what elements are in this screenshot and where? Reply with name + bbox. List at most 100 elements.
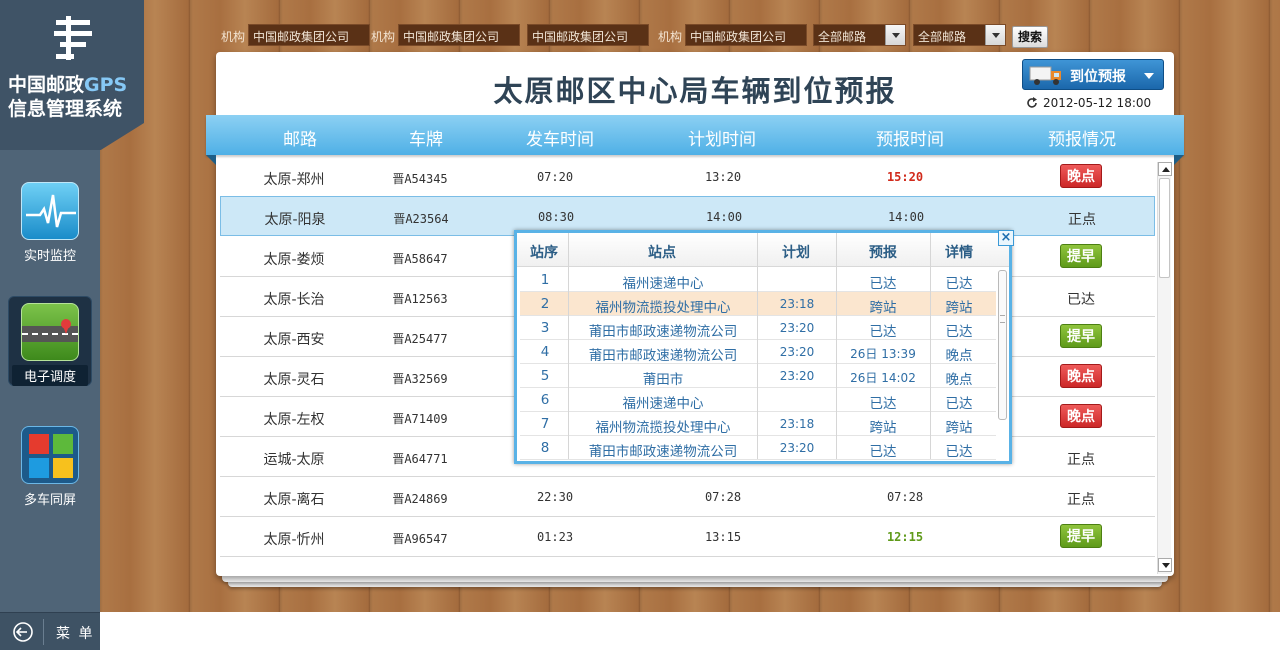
popup-cell-plan: 23:20 — [779, 441, 815, 455]
forecast-button-label: 到位预报 — [1070, 69, 1126, 85]
sidebar-item-multi-vehicle[interactable]: 多车同屏 — [8, 420, 92, 510]
cell-plan: 13:20 — [704, 170, 742, 184]
org-input-3[interactable]: 中国邮政集团公司 — [527, 24, 649, 46]
sidebar-item-label: 多车同屏 — [23, 493, 76, 508]
station-detail-popup: 站序 站点 计划 预报 详情 1 福州速递中心 已达 已达 2 福州物流揽投处理中心 23:… — [514, 230, 1014, 464]
system-title-line1: 中国邮政GPS — [8, 70, 127, 97]
popup-cell-detail: 已达 — [945, 396, 973, 412]
status-badge-early[interactable]: 提早 — [1060, 524, 1102, 548]
table-scrollbar[interactable] — [1157, 162, 1172, 574]
scroll-up-arrow-icon[interactable] — [1158, 162, 1172, 176]
popup-row[interactable]: 2 福州物流揽投处理中心 23:18 跨站 跨站 — [520, 292, 996, 316]
popup-row[interactable]: 5 莆田市 23:20 26日 14:02 晚点 — [520, 364, 996, 388]
menu-label[interactable]: 菜 单 — [56, 623, 94, 643]
truck-icon — [1029, 66, 1061, 85]
popup-scrollbar[interactable] — [998, 270, 1007, 420]
scroll-grip[interactable] — [1000, 315, 1005, 323]
cell-route: 太原-娄烦 — [263, 252, 325, 268]
popup-row[interactable]: 1 福州速递中心 已达 已达 — [520, 268, 996, 292]
column-header-forecast: 预报时间 — [876, 130, 944, 150]
popup-cell-plan: 23:20 — [779, 369, 815, 383]
table-row[interactable]: 太原-郑州 晋A54345 07:20 13:20 15:20 晚点 — [220, 157, 1155, 197]
popup-row[interactable]: 7 福州物流揽投处理中心 23:18 跨站 跨站 — [520, 412, 996, 436]
popup-row[interactable]: 3 莆田市邮政速递物流公司 23:20 已达 已达 — [520, 316, 996, 340]
popup-cell-detail: 晚点 — [945, 348, 973, 364]
cell-forecast: 12:15 — [886, 530, 924, 544]
divider — [930, 233, 931, 459]
scroll-down-arrow-icon[interactable] — [1158, 558, 1172, 572]
popup-cell-seq: 5 — [540, 368, 550, 384]
popup-cell-seq: 1 — [540, 272, 550, 288]
status-text: 正点 — [1068, 212, 1096, 228]
ribbon-fold — [1174, 155, 1184, 165]
popup-cell-station: 莆田市邮政速递物流公司 — [588, 444, 738, 460]
org-input-1[interactable]: 中国邮政集团公司 — [248, 24, 370, 46]
cell-forecast: 07:28 — [886, 490, 924, 504]
status-badge-early[interactable]: 提早 — [1060, 324, 1102, 348]
popup-cell-seq: 3 — [540, 320, 550, 336]
popup-cell-seq: 4 — [540, 344, 550, 360]
popup-cell-station: 福州速递中心 — [622, 396, 704, 412]
status-badge-late[interactable]: 晚点 — [1060, 404, 1102, 428]
cell-plan: 13:15 — [704, 530, 742, 544]
popup-cell-detail: 已达 — [945, 324, 973, 340]
table-row[interactable]: 太原-忻州 晋A96547 01:23 13:15 12:15 提早 — [220, 517, 1155, 557]
cell-route: 太原-灵石 — [263, 372, 325, 388]
cell-plate: 晋A58647 — [392, 252, 448, 266]
system-title-line2: 信息管理系统 — [8, 98, 123, 120]
cell-route: 太原-郑州 — [263, 172, 325, 188]
exit-icon[interactable] — [12, 621, 34, 643]
sidebar-item-e-dispatch[interactable]: 电子调度 — [8, 296, 92, 386]
status-badge-late[interactable]: 晚点 — [1060, 364, 1102, 388]
popup-cell-station: 莆田市邮政速递物流公司 — [588, 324, 738, 340]
popup-row[interactable]: 8 莆田市邮政速递物流公司 23:20 已达 已达 — [520, 436, 996, 460]
popup-cell-forecast: 已达 — [869, 324, 897, 340]
cell-route: 太原-西安 — [263, 332, 325, 348]
refresh-icon[interactable] — [1026, 97, 1038, 109]
close-icon[interactable]: × — [998, 230, 1014, 246]
panel-stack-edge — [228, 582, 1162, 587]
popup-cell-seq: 8 — [540, 440, 550, 456]
sidebar-item-realtime-monitor[interactable]: 实时监控 — [8, 176, 92, 266]
search-button[interactable]: 搜索 — [1012, 26, 1048, 48]
cell-plate: 晋A25477 — [392, 332, 448, 346]
forecast-dropdown-button[interactable]: 到位预报 — [1022, 59, 1164, 90]
cell-plate: 晋A12563 — [392, 292, 448, 306]
column-header-status: 预报情况 — [1048, 130, 1116, 150]
divider — [43, 619, 44, 645]
popup-row[interactable]: 4 莆田市邮政速递物流公司 23:20 26日 13:39 晚点 — [520, 340, 996, 364]
popup-cell-forecast: 已达 — [869, 444, 897, 460]
status-badge-early[interactable]: 提早 — [1060, 244, 1102, 268]
popup-cell-forecast: 26日 14:02 — [850, 371, 916, 385]
sidebar-footer[interactable]: 菜 单 — [0, 612, 100, 650]
cell-depart: 01:23 — [536, 530, 574, 544]
popup-cell-seq: 7 — [540, 416, 550, 432]
org-label: 机构 — [221, 30, 246, 44]
cell-plan: 14:00 — [705, 210, 743, 224]
route-select-1[interactable]: 全部邮路 — [813, 24, 906, 46]
org-input-4[interactable]: 中国邮政集团公司 — [685, 24, 807, 46]
popup-cell-station: 福州物流揽投处理中心 — [595, 300, 731, 316]
route-select-2[interactable]: 全部邮路 — [913, 24, 1006, 46]
road-map-icon — [21, 303, 79, 361]
cell-plate: 晋A71409 — [392, 412, 448, 426]
date-text: 2012-05-12 18:00 — [1043, 96, 1152, 110]
popup-cell-forecast: 26日 13:39 — [850, 347, 916, 361]
chevron-down-icon[interactable] — [885, 25, 905, 45]
popup-header: 站序 站点 计划 预报 详情 — [517, 233, 1009, 267]
popup-col-station: 站点 — [648, 245, 676, 261]
cell-plate: 晋A32569 — [392, 372, 448, 386]
popup-cell-station: 福州物流揽投处理中心 — [595, 420, 731, 436]
logo-block: 中国邮政GPS 信息管理系统 — [0, 0, 144, 150]
popup-cell-seq: 6 — [540, 392, 550, 408]
popup-row[interactable]: 6 福州速递中心 已达 已达 — [520, 388, 996, 412]
status-text: 正点 — [1067, 452, 1095, 468]
org-input-2[interactable]: 中国邮政集团公司 — [398, 24, 520, 46]
cell-route: 太原-忻州 — [263, 532, 325, 548]
table-row[interactable]: 太原-离石 晋A24869 22:30 07:28 07:28 正点 — [220, 477, 1155, 517]
status-badge-late[interactable]: 晚点 — [1060, 164, 1102, 188]
popup-cell-plan: 23:18 — [779, 297, 815, 311]
chevron-down-icon[interactable] — [985, 25, 1005, 45]
scroll-thumb[interactable] — [1159, 178, 1170, 278]
popup-cell-forecast: 已达 — [869, 396, 897, 412]
